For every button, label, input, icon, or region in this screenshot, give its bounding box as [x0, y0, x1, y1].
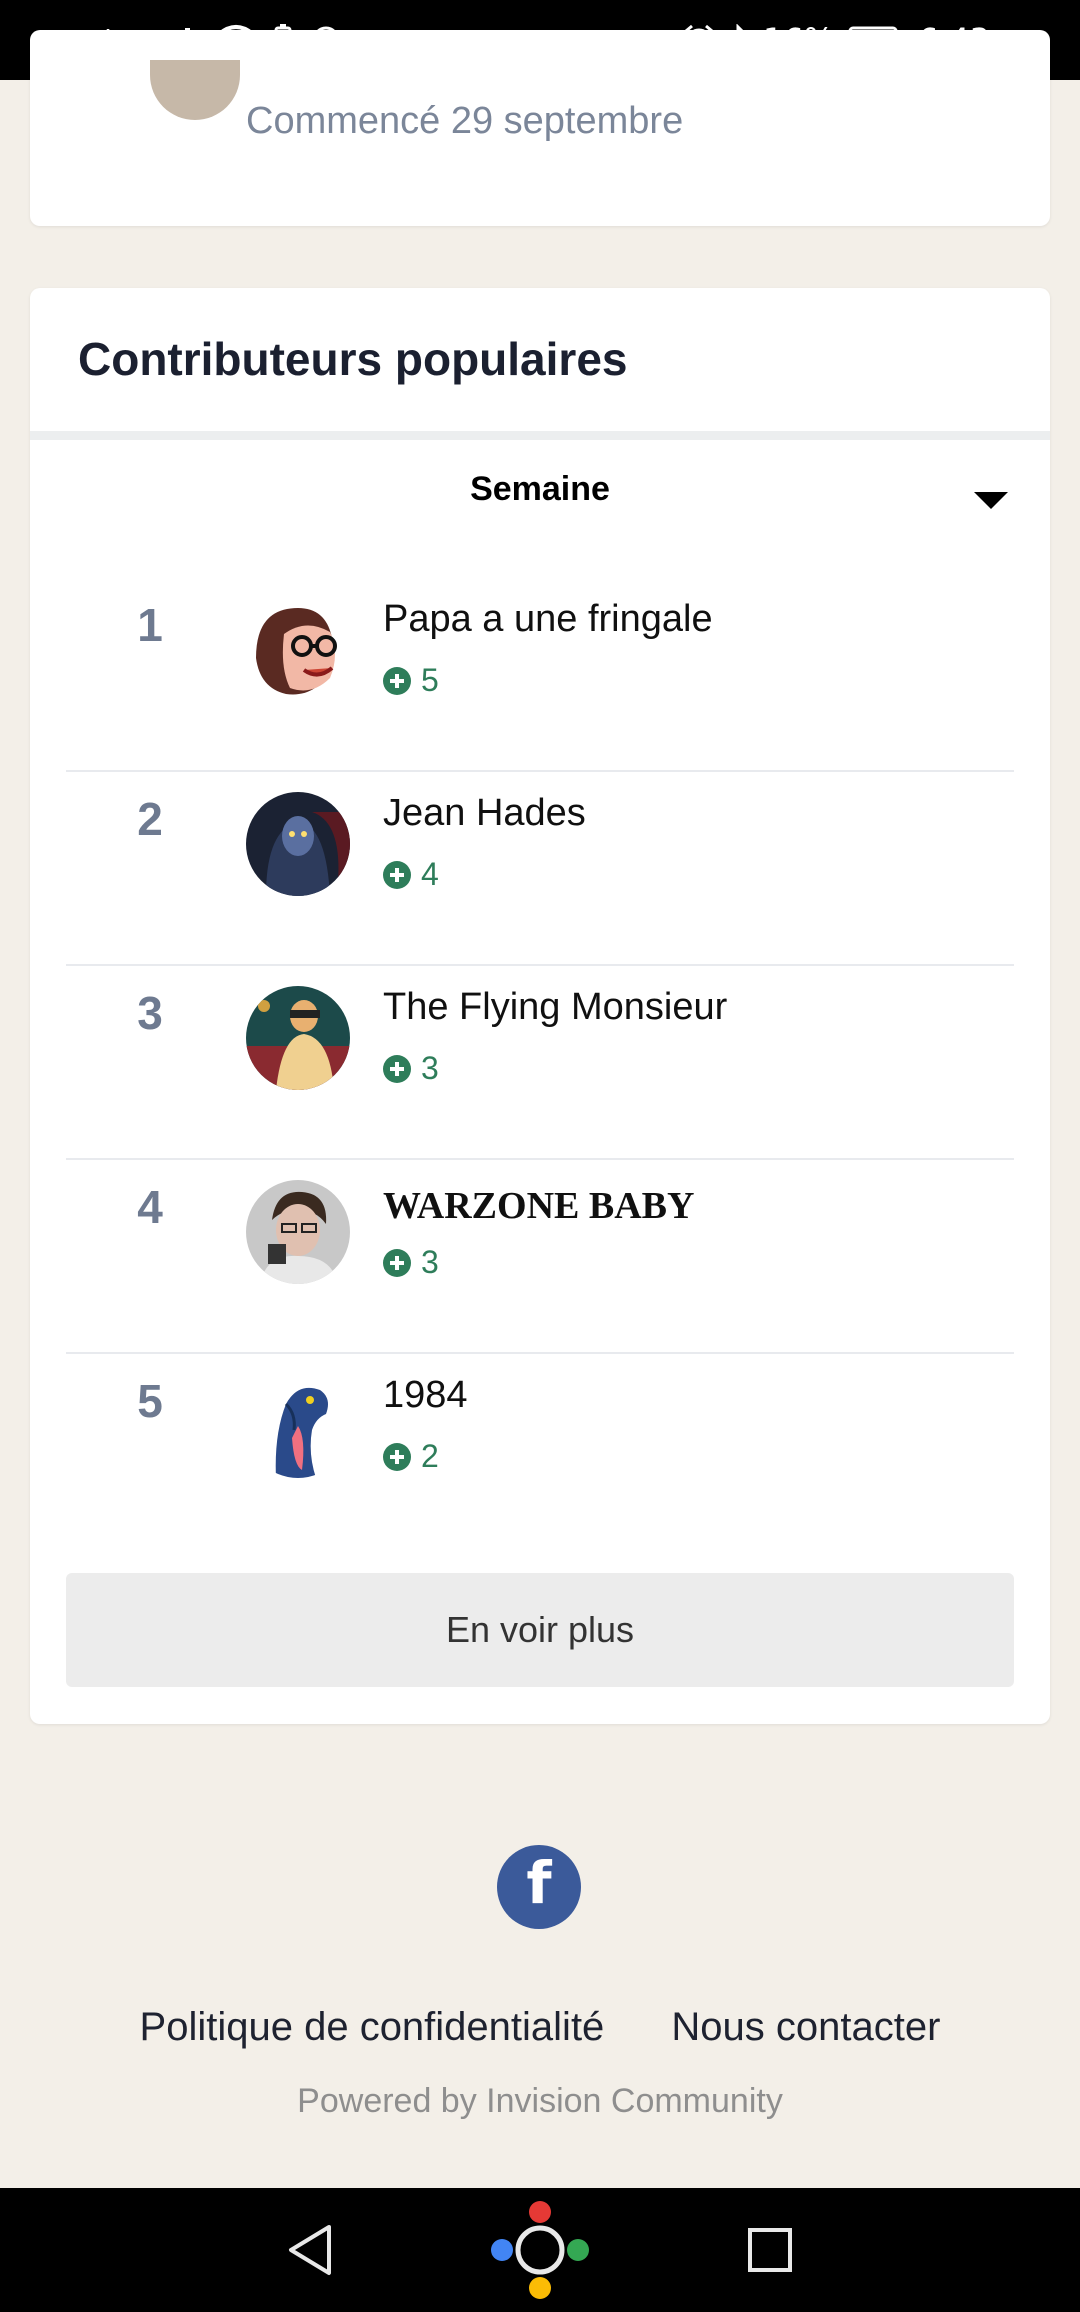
avatar[interactable] — [246, 598, 350, 702]
points-value: 3 — [421, 1244, 439, 1280]
divider — [30, 431, 1050, 440]
plus-circle-icon — [383, 666, 411, 695]
rank-number: 1 — [137, 599, 163, 651]
avatar[interactable] — [246, 792, 350, 896]
reputation-points: 4 — [383, 856, 439, 893]
reputation-points: 2 — [383, 1438, 439, 1475]
plus-circle-icon — [383, 1442, 411, 1471]
avatar[interactable] — [246, 986, 350, 1090]
list-item: 4 WARZONE BABY 3 — [66, 1160, 1014, 1354]
rank-number: 5 — [137, 1375, 163, 1427]
footer-links: Politique de confidentialité Nous contac… — [0, 2005, 1080, 2050]
rank-number: 4 — [137, 1181, 163, 1233]
list-item: 2 Jean Hades 4 — [66, 772, 1014, 966]
see-more-button[interactable]: En voir plus — [66, 1573, 1014, 1687]
rank-number: 2 — [137, 793, 163, 845]
member-name[interactable]: Papa a une fringale — [383, 598, 713, 641]
recent-apps-icon[interactable] — [720, 2188, 820, 2312]
caret-down-icon — [974, 492, 1008, 509]
reputation-points: 5 — [383, 662, 439, 699]
navigation-bar — [0, 2188, 1080, 2312]
plus-circle-icon — [383, 860, 411, 889]
member-name[interactable]: WARZONE BABY — [383, 1184, 694, 1228]
activity-card: Commencé 29 septembre — [30, 30, 1050, 226]
reputation-points: 3 — [383, 1050, 439, 1087]
points-value: 5 — [421, 662, 439, 698]
avatar[interactable] — [246, 1374, 350, 1478]
list-item: 1 Papa a une fringale 5 — [66, 578, 1014, 772]
avatar[interactable] — [150, 60, 240, 120]
contact-us-link[interactable]: Nous contacter — [671, 2005, 940, 2049]
member-name[interactable]: The Flying Monsieur — [383, 986, 727, 1029]
rank-number: 3 — [137, 987, 163, 1039]
facebook-icon[interactable]: f — [497, 1845, 581, 1929]
period-select[interactable]: Semaine — [30, 470, 1050, 530]
period-selected-label: Semaine — [470, 470, 610, 508]
started-date: Commencé 29 septembre — [246, 100, 684, 142]
privacy-policy-link[interactable]: Politique de confidentialité — [140, 2005, 605, 2049]
member-name[interactable]: Jean Hades — [383, 792, 586, 835]
home-icon[interactable] — [480, 2188, 600, 2312]
card-title: Contributeurs populaires — [78, 333, 628, 385]
plus-circle-icon — [383, 1054, 411, 1083]
list-item: 3 The Flying Monsieur 3 — [66, 966, 1014, 1160]
reputation-points: 3 — [383, 1244, 439, 1281]
back-icon[interactable] — [260, 2188, 360, 2312]
avatar[interactable] — [246, 1180, 350, 1284]
points-value: 3 — [421, 1050, 439, 1086]
points-value: 4 — [421, 856, 439, 892]
member-name[interactable]: 1984 — [383, 1374, 468, 1417]
points-value: 2 — [421, 1438, 439, 1474]
plus-circle-icon — [383, 1248, 411, 1277]
powered-by-text[interactable]: Powered by Invision Community — [0, 2082, 1080, 2121]
top-contributors-card: Contributeurs populaires Semaine 1 Papa … — [30, 288, 1050, 1724]
list-item: 5 1984 2 — [66, 1354, 1014, 1546]
contributors-list: 1 Papa a une fringale 5 2 Jean Hades 4 3… — [66, 578, 1014, 1546]
